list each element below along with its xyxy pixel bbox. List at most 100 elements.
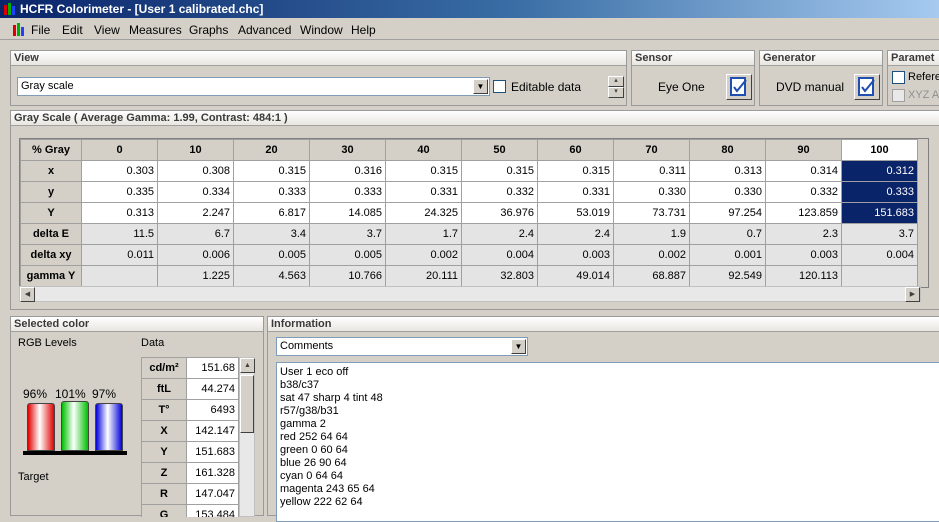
table-cell[interactable]: 0.333 bbox=[309, 181, 386, 203]
table-cell[interactable]: 0.334 bbox=[157, 181, 234, 203]
table-cell[interactable]: 0.313 bbox=[689, 160, 766, 182]
table-cell[interactable]: 0.003 bbox=[537, 244, 614, 266]
column-header[interactable]: 30 bbox=[309, 139, 386, 161]
table-cell[interactable]: 0.333 bbox=[841, 181, 918, 203]
table-cell[interactable]: 0.332 bbox=[461, 181, 538, 203]
table-cell[interactable]: 0.004 bbox=[461, 244, 538, 266]
scroll-left-icon[interactable]: ◀ bbox=[20, 287, 35, 302]
table-cell[interactable]: 0.332 bbox=[765, 181, 842, 203]
grid-horizontal-scrollbar[interactable]: ◀ ▶ bbox=[19, 286, 921, 302]
chevron-down-icon[interactable]: ▼ bbox=[511, 339, 526, 354]
table-cell[interactable]: 24.325 bbox=[385, 202, 462, 224]
table-cell[interactable]: 53.019 bbox=[537, 202, 614, 224]
table-cell[interactable]: 0.335 bbox=[81, 181, 158, 203]
table-cell[interactable]: 49.014 bbox=[537, 265, 614, 287]
menu-measures[interactable]: Measures bbox=[129, 23, 182, 37]
menu-view[interactable]: View bbox=[94, 23, 120, 37]
view-mode-select[interactable]: Gray scale ▼ bbox=[17, 77, 490, 96]
table-cell[interactable]: 10.766 bbox=[309, 265, 386, 287]
table-cell[interactable]: 0.330 bbox=[689, 181, 766, 203]
table-cell[interactable]: 3.7 bbox=[841, 223, 918, 245]
information-type-select[interactable]: Comments ▼ bbox=[276, 337, 528, 356]
table-cell[interactable]: 0.331 bbox=[385, 181, 462, 203]
sensor-config-button[interactable] bbox=[726, 74, 752, 100]
table-cell[interactable]: 2.4 bbox=[461, 223, 538, 245]
table-cell[interactable]: 4.563 bbox=[233, 265, 310, 287]
scroll-right-icon[interactable]: ▶ bbox=[905, 287, 920, 302]
table-cell[interactable]: 0.311 bbox=[613, 160, 690, 182]
table-cell[interactable]: 0.7 bbox=[689, 223, 766, 245]
table-cell[interactable]: 11.5 bbox=[81, 223, 158, 245]
row-header[interactable]: x bbox=[20, 160, 82, 182]
table-cell[interactable]: 92.549 bbox=[689, 265, 766, 287]
table-cell[interactable] bbox=[841, 265, 918, 287]
table-cell[interactable]: 0.313 bbox=[81, 202, 158, 224]
table-cell[interactable]: 120.113 bbox=[765, 265, 842, 287]
table-cell[interactable]: 0.315 bbox=[233, 160, 310, 182]
table-cell[interactable]: 0.315 bbox=[385, 160, 462, 182]
view-spinner[interactable]: ▴ ▾ bbox=[608, 76, 624, 98]
menu-graphs[interactable]: Graphs bbox=[189, 23, 228, 37]
table-cell[interactable]: 3.4 bbox=[233, 223, 310, 245]
table-cell[interactable]: 1.225 bbox=[157, 265, 234, 287]
column-header[interactable]: 40 bbox=[385, 139, 462, 161]
row-header[interactable]: gamma Y bbox=[20, 265, 82, 287]
column-header[interactable]: 100 bbox=[841, 139, 918, 161]
comments-textarea[interactable]: User 1 eco off b38/c37 sat 47 sharp 4 tint… bbox=[276, 362, 939, 522]
table-cell[interactable]: 97.254 bbox=[689, 202, 766, 224]
row-header[interactable]: delta xy bbox=[20, 244, 82, 266]
scroll-up-icon[interactable]: ▲ bbox=[240, 358, 255, 373]
table-cell[interactable] bbox=[81, 265, 158, 287]
row-header[interactable]: delta E bbox=[20, 223, 82, 245]
reference-checkbox[interactable] bbox=[892, 71, 905, 84]
spin-down-icon[interactable]: ▾ bbox=[608, 87, 624, 98]
table-cell[interactable]: 0.333 bbox=[233, 181, 310, 203]
editable-data-checkbox[interactable] bbox=[493, 80, 506, 93]
table-cell[interactable]: 68.887 bbox=[613, 265, 690, 287]
data-vertical-scrollbar[interactable]: ▲ bbox=[239, 357, 255, 517]
table-cell[interactable]: 0.331 bbox=[537, 181, 614, 203]
spin-up-icon[interactable]: ▴ bbox=[608, 76, 624, 87]
table-cell[interactable]: 3.7 bbox=[309, 223, 386, 245]
table-cell[interactable]: 0.312 bbox=[841, 160, 918, 182]
column-header[interactable]: 0 bbox=[81, 139, 158, 161]
generator-config-button[interactable] bbox=[854, 74, 880, 100]
xyz-adapt-checkbox[interactable] bbox=[892, 89, 905, 102]
table-cell[interactable]: 73.731 bbox=[613, 202, 690, 224]
table-cell[interactable]: 0.308 bbox=[157, 160, 234, 182]
scroll-thumb[interactable] bbox=[240, 375, 254, 433]
menu-window[interactable]: Window bbox=[300, 23, 343, 37]
row-header[interactable]: Y bbox=[20, 202, 82, 224]
column-header[interactable]: 10 bbox=[157, 139, 234, 161]
table-cell[interactable]: 0.002 bbox=[385, 244, 462, 266]
table-cell[interactable]: 32.803 bbox=[461, 265, 538, 287]
table-cell[interactable]: 1.7 bbox=[385, 223, 462, 245]
table-cell[interactable]: 0.006 bbox=[157, 244, 234, 266]
column-header[interactable]: 60 bbox=[537, 139, 614, 161]
table-cell[interactable]: 0.316 bbox=[309, 160, 386, 182]
table-cell[interactable]: 14.085 bbox=[309, 202, 386, 224]
table-cell[interactable]: 36.976 bbox=[461, 202, 538, 224]
table-cell[interactable]: 0.005 bbox=[233, 244, 310, 266]
table-cell[interactable]: 0.314 bbox=[765, 160, 842, 182]
column-header[interactable]: 70 bbox=[613, 139, 690, 161]
table-cell[interactable]: 123.859 bbox=[765, 202, 842, 224]
table-cell[interactable]: 20.111 bbox=[385, 265, 462, 287]
column-header[interactable]: 50 bbox=[461, 139, 538, 161]
chevron-down-icon[interactable]: ▼ bbox=[473, 79, 488, 94]
column-header[interactable]: 80 bbox=[689, 139, 766, 161]
table-cell[interactable]: 0.001 bbox=[689, 244, 766, 266]
table-cell[interactable]: 0.005 bbox=[309, 244, 386, 266]
table-cell[interactable]: 0.303 bbox=[81, 160, 158, 182]
table-cell[interactable]: 0.315 bbox=[537, 160, 614, 182]
table-cell[interactable]: 2.247 bbox=[157, 202, 234, 224]
table-cell[interactable]: 0.011 bbox=[81, 244, 158, 266]
menu-file[interactable]: File bbox=[31, 23, 50, 37]
column-header[interactable]: 90 bbox=[765, 139, 842, 161]
table-cell[interactable]: 0.003 bbox=[765, 244, 842, 266]
table-cell[interactable]: 0.002 bbox=[613, 244, 690, 266]
menu-advanced[interactable]: Advanced bbox=[238, 23, 291, 37]
table-cell[interactable]: 0.315 bbox=[461, 160, 538, 182]
table-cell[interactable]: 0.330 bbox=[613, 181, 690, 203]
column-header[interactable]: 20 bbox=[233, 139, 310, 161]
